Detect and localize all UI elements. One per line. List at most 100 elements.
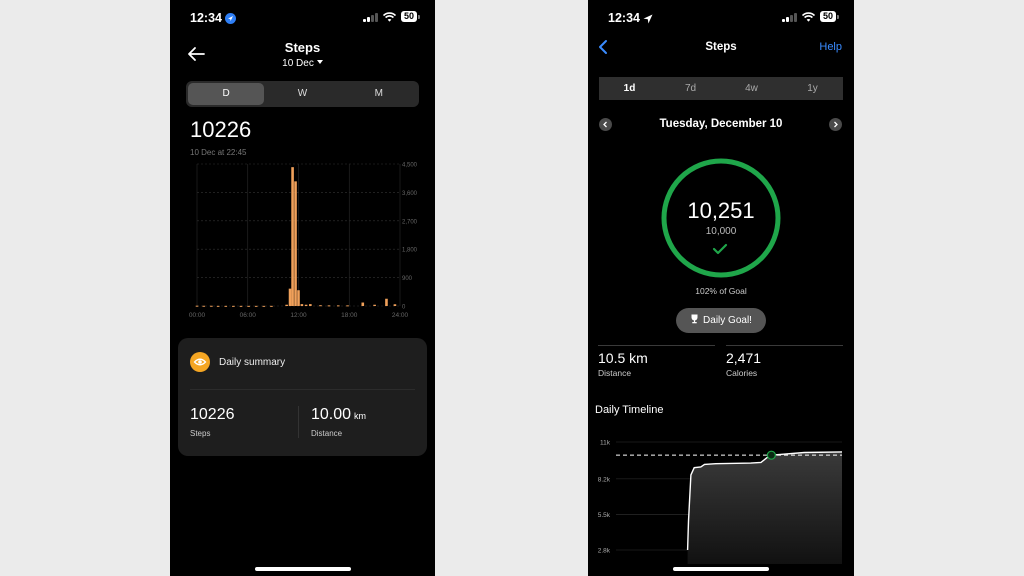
bar [224,305,228,307]
tab-7d[interactable]: 7d [660,77,721,100]
timeline-title: Daily Timeline [595,404,664,416]
tab-month[interactable]: M [341,83,417,105]
y-tick-label: 3,600 [402,191,418,197]
x-tick-label: 06:00 [240,312,257,319]
bar [247,305,250,307]
status-time: 12:34 [190,11,236,25]
x-tick-label: 00:00 [189,312,206,319]
bar [373,304,376,306]
left-phone-screen: 12:34 50 Steps 10 Dec D W M 10226 10 Dec… [170,0,435,576]
tab-day[interactable]: D [188,83,265,105]
bar [294,181,297,306]
signal-icon [363,12,378,22]
caret-down-icon [316,60,323,64]
bar [195,305,199,307]
summary-distance-label: Distance [311,429,343,438]
divider [298,406,299,438]
y-tick-label: 1,800 [402,248,418,254]
status-bar: 12:34 50 [588,0,854,34]
percent-of-goal: 102% of Goal [695,286,747,296]
bar [304,304,308,306]
y-tick-label: 900 [402,276,413,282]
bar [210,305,213,307]
bar [262,305,266,307]
status-time: 12:34 [608,11,653,25]
bar [202,305,206,307]
steps-goal: 10,000 [705,226,737,237]
distance-label: Distance [598,368,632,378]
x-tick-label: 18:00 [341,312,358,319]
home-indicator[interactable] [673,567,769,571]
bar [232,305,235,307]
summary-steps-value: 10226 [190,406,235,423]
wifi-icon [801,11,815,22]
bar [216,305,220,307]
bar [270,305,273,307]
total-steps: 10226 [190,117,252,142]
y-tick-label: 0 [402,305,406,311]
range-tabs: 1d 7d 4w 1y [599,77,843,100]
bar [393,304,397,306]
wifi-icon [382,11,396,22]
steps-total: 10,251 [687,198,755,223]
steps-bar-chart: 0 900 1,800 2,700 3,600 4,500 00:00 06:00 12:00 1… [189,163,418,320]
tab-week[interactable]: W [264,83,340,105]
date-navigator: Tuesday, December 10 [588,117,854,133]
status-bar: 12:34 50 [170,0,435,34]
summary-title: Daily summary [219,357,286,368]
divider [598,345,715,346]
y-tick-label: 2.8k [598,548,611,555]
y-tick-label: 5.5k [598,512,611,519]
battery-icon: 50 [400,11,421,22]
y-tick-label: 4,500 [402,163,418,169]
x-tick-label: 24:00 [392,312,409,319]
bar [239,305,243,307]
daily-summary-card[interactable]: Daily summary 10226 Steps 10.00 km Distan… [178,338,427,456]
chevron-right-icon [834,121,838,128]
bar [288,288,292,306]
distance-value: 10.5 km [598,350,648,366]
calories-value: 2,471 [726,350,762,366]
tab-4w[interactable]: 4w [721,77,782,100]
daily-timeline-chart: 11k 8.2k 5.5k 2.8k [598,440,843,564]
summary-distance-value: 10.00 km [311,406,367,423]
bar [254,305,258,307]
bar [346,305,349,307]
updated-time: 10 Dec at 22:45 [190,148,247,157]
bar [385,298,388,306]
x-tick-label: 12:00 [290,312,307,319]
y-tick-label: 2,700 [402,219,418,225]
battery-icon: 50 [819,11,840,22]
summary-steps-label: Steps [190,429,211,438]
selected-date: Tuesday, December 10 [659,118,783,130]
signal-icon [782,12,797,22]
location-arrow-icon [643,14,653,24]
tab-1y[interactable]: 1y [782,77,843,100]
page-title: Steps [284,40,321,55]
bar [309,304,312,306]
y-tick-label: 8.2k [598,476,611,483]
checkmark-icon [712,243,728,255]
goal-reached-marker [766,450,776,460]
bar [285,304,288,306]
bar [291,167,294,306]
bar [300,304,304,306]
location-icon [224,13,236,24]
bar [361,302,365,306]
series-area [687,451,842,564]
daily-goal-badge[interactable]: Daily Goal! [676,308,766,333]
right-phone-screen: 12:34 50 Steps Help 1d 7d 4w 1y Tuesday,… [588,0,854,576]
eye-icon [190,352,210,372]
date-selector[interactable]: 10 Dec [170,58,435,69]
help-button[interactable]: Help [819,41,842,53]
divider [190,389,415,390]
trophy-icon [691,314,698,324]
next-day-button[interactable] [829,118,842,131]
bar [336,305,340,307]
page-title: Steps [705,41,737,53]
period-tabs: D W M [186,81,419,107]
bar [319,305,322,307]
tab-1d[interactable]: 1d [599,77,660,100]
divider [726,345,843,346]
home-indicator[interactable] [254,567,351,571]
